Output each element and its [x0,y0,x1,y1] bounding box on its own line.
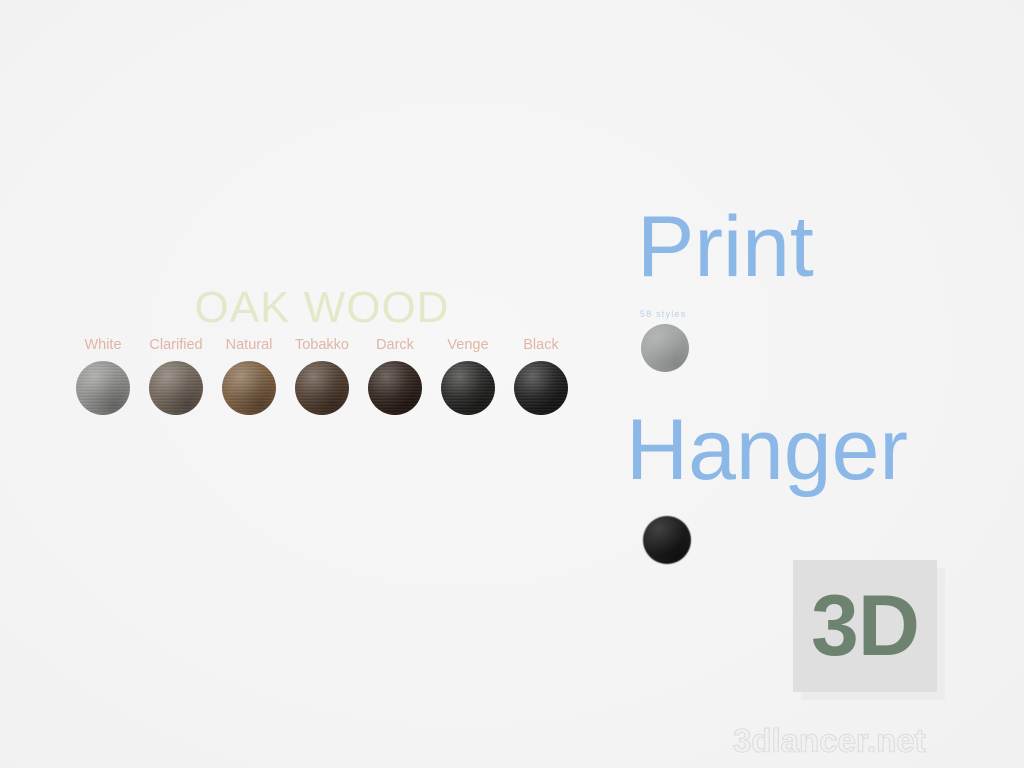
swatch-dot[interactable] [222,361,276,415]
swatch-cell-tobakko[interactable]: Tobakko [291,337,353,415]
swatch-dot[interactable] [514,361,568,415]
print-styles-count: 58 styles [640,309,687,319]
hanger-option-title: Hanger [626,402,909,498]
swatch-row: White Clarified Natural Tobakko Darck Ve [72,337,572,415]
swatch-cell-clarified[interactable]: Clarified [145,337,207,415]
swatch-dot[interactable] [368,361,422,415]
swatch-dot[interactable] [76,361,130,415]
print-finish-dot[interactable] [641,324,689,372]
swatch-cell-natural[interactable]: Natural [218,337,280,415]
swatch-label: Tobakko [294,337,349,353]
logo-3d-box: 3D [793,560,937,692]
print-option-title: Print [637,199,814,295]
swatch-label: White [84,337,122,353]
swatch-label: Darck [376,337,414,353]
product-swatch-board: OAK WOOD White Clarified Natural Tobakko… [0,0,1024,768]
logo-3d-text: 3D [811,578,920,674]
swatch-label: Venge [447,337,489,353]
palette-title: OAK WOOD [194,283,450,332]
logo-3d: 3D [793,560,945,700]
swatch-label: Black [523,337,559,353]
swatch-dot[interactable] [295,361,349,415]
site-watermark: 3dlancer.net [732,721,926,759]
swatch-dot[interactable] [149,361,203,415]
swatch-cell-white[interactable]: White [72,337,134,415]
swatch-label: Natural [225,337,273,353]
hanger-finish-dot[interactable] [643,516,691,564]
swatch-cell-darck[interactable]: Darck [364,337,426,415]
swatch-cell-black[interactable]: Black [510,337,572,415]
swatch-dot[interactable] [441,361,495,415]
swatch-cell-venge[interactable]: Venge [437,337,499,415]
oak-wood-palette: OAK WOOD White Clarified Natural Tobakko… [72,285,572,415]
swatch-label: Clarified [149,337,203,353]
